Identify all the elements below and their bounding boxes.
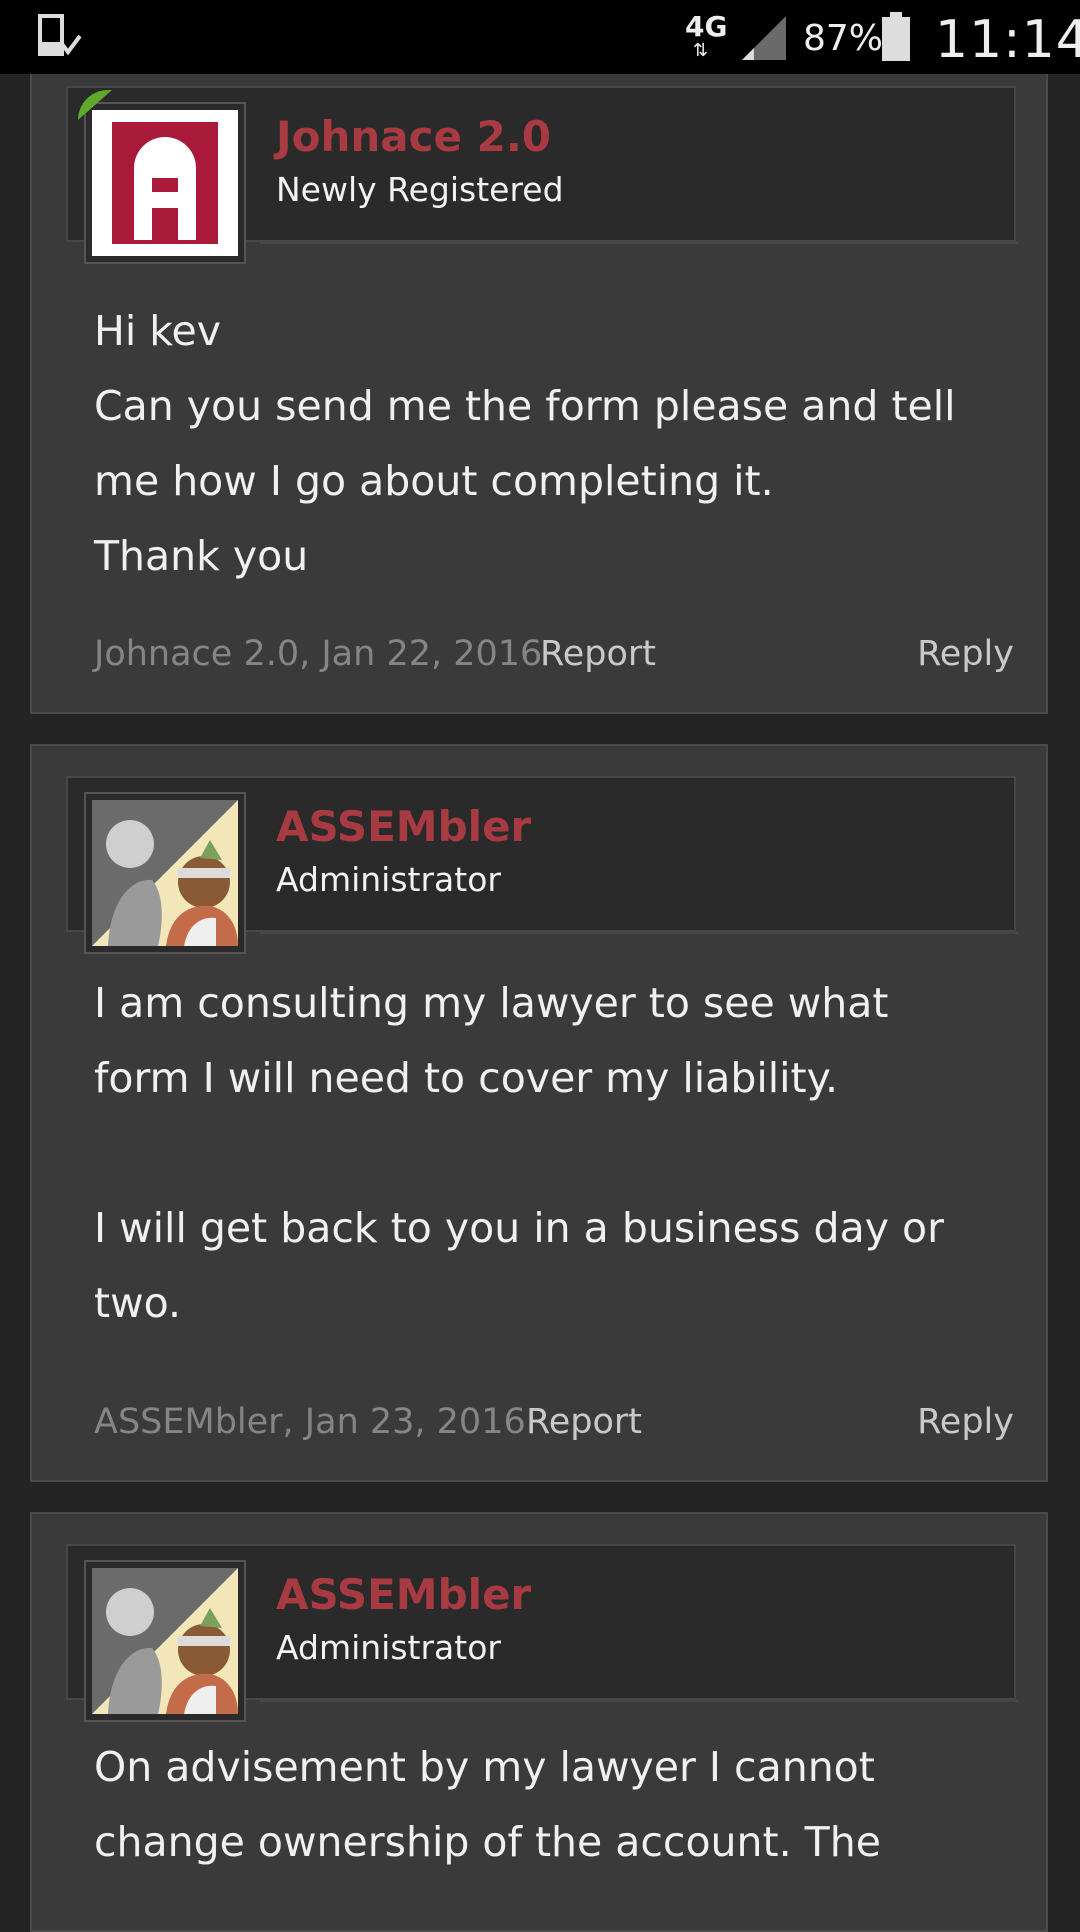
download-icon bbox=[38, 14, 82, 56]
data-arrows-icon: 4G ⇅ bbox=[685, 10, 728, 61]
avatar[interactable] bbox=[84, 1560, 246, 1722]
avatar[interactable] bbox=[84, 102, 246, 264]
post-header: ASSEMbler Administrator bbox=[66, 776, 1018, 954]
post-message: Hi kev Can you send me the form please a… bbox=[94, 307, 956, 580]
clock: 11:14 bbox=[935, 10, 1080, 70]
divider bbox=[260, 1700, 1018, 1702]
divider bbox=[260, 242, 1018, 244]
signal-icon bbox=[742, 16, 786, 60]
user-title: Newly Registered bbox=[276, 170, 564, 209]
anime-characters-avatar bbox=[92, 800, 238, 946]
anime-characters-avatar bbox=[92, 1568, 238, 1714]
battery-percent: 87% bbox=[803, 18, 884, 59]
user-title: Administrator bbox=[276, 1628, 501, 1667]
divider bbox=[260, 932, 1018, 934]
post-3: ASSEMbler Administrator On advisement by… bbox=[30, 1512, 1048, 1932]
post-message: On advisement by my lawyer I cannot chan… bbox=[94, 1743, 881, 1866]
avatar[interactable] bbox=[84, 792, 246, 954]
battery-icon bbox=[882, 12, 910, 61]
username[interactable]: ASSEMbler bbox=[276, 802, 531, 851]
reply-link[interactable]: Reply bbox=[917, 1402, 1014, 1442]
post-1: Johnace 2.0 Newly Registered Hi kev Can … bbox=[30, 62, 1048, 714]
status-bar: 4G ⇅ 87% 11:14 bbox=[0, 0, 1080, 74]
report-link[interactable]: Report bbox=[526, 1402, 642, 1442]
post-footer: ASSEMbler, Jan 23, 2016 Report Reply bbox=[94, 1402, 1014, 1452]
report-link[interactable]: Report bbox=[540, 634, 656, 674]
post-message: I am consulting my lawyer to see what fo… bbox=[94, 979, 944, 1327]
post-header: ASSEMbler Administrator bbox=[66, 1544, 1018, 1722]
post-footer: Johnace 2.0, Jan 22, 2016 Report Reply bbox=[94, 634, 1014, 684]
post-meta[interactable]: Johnace 2.0, Jan 22, 2016 bbox=[94, 634, 542, 674]
post-2: ASSEMbler Administrator I am consulting … bbox=[30, 744, 1048, 1482]
username[interactable]: ASSEMbler bbox=[276, 1570, 531, 1619]
post-meta[interactable]: ASSEMbler, Jan 23, 2016 bbox=[94, 1402, 526, 1442]
post-header: Johnace 2.0 Newly Registered bbox=[66, 86, 1018, 264]
logo-a-avatar bbox=[92, 110, 238, 256]
username[interactable]: Johnace 2.0 bbox=[276, 112, 551, 161]
reply-link[interactable]: Reply bbox=[917, 634, 1014, 674]
user-title: Administrator bbox=[276, 860, 501, 899]
